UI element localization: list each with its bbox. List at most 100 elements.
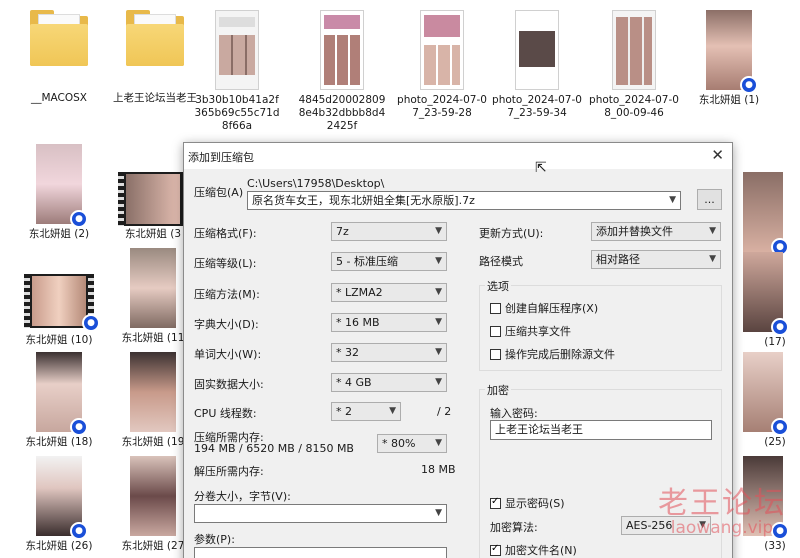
video-thumbnail: ● — [36, 352, 88, 436]
folder-macosx[interactable]: __MACOSX — [14, 10, 104, 105]
chevron-down-icon: ▼ — [709, 254, 716, 264]
file-label: photo_2024-07-07_23-59-28 — [397, 94, 487, 119]
params-label: 参数(P): — [194, 533, 235, 546]
file-label: photo_2024-07-07_23-59-34 — [492, 94, 582, 119]
player-badge-icon: ● — [70, 522, 88, 540]
file-image-5[interactable]: photo_2024-07-08_00-09-46 — [589, 10, 679, 120]
enc-method-label: 加密算法: — [490, 521, 538, 534]
archive-name-input[interactable]: 原名货车女王，现东北妍姐全集[无水原版].7z ▼ — [247, 191, 681, 210]
chevron-down-icon: ▼ — [435, 508, 442, 518]
format-select[interactable]: 7z ▼ — [331, 222, 447, 241]
image-thumbnail — [215, 10, 259, 90]
dialog-title: 添加到压缩包 — [188, 151, 254, 164]
pathmode-select[interactable]: 相对路径 ▼ — [591, 250, 721, 269]
chevron-down-icon: ▼ — [699, 520, 706, 530]
file-video-18[interactable]: ● 东北妍姐 (18) — [14, 352, 104, 449]
password-input[interactable]: 上老王论坛当老王 — [490, 420, 712, 440]
file-label: 东北妍姐 (26) — [25, 540, 93, 552]
chevron-down-icon: ▼ — [435, 347, 442, 357]
file-video-2[interactable]: ● 东北妍姐 (2) — [14, 144, 104, 241]
method-label: 压缩方法(M): — [194, 288, 260, 301]
file-label: 3b30b10b41a2f365b69c55c71d8f66a — [194, 94, 280, 132]
video-thumbnail: ● — [36, 456, 88, 540]
file-label: 东北妍姐 (18) — [25, 436, 93, 448]
word-label: 单词大小(W): — [194, 348, 262, 361]
show-password-checkbox[interactable]: 显示密码(S) — [490, 495, 565, 511]
player-badge-icon: ● — [771, 522, 789, 540]
chevron-down-icon: ▼ — [435, 438, 442, 448]
method-select[interactable]: * LZMA2 ▼ — [331, 283, 447, 302]
chevron-down-icon: ▼ — [709, 226, 716, 236]
shared-checkbox[interactable]: 压缩共享文件 — [490, 323, 571, 339]
level-select[interactable]: 5 - 标准压缩 ▼ — [331, 252, 447, 271]
file-label: (33) — [764, 540, 786, 552]
update-select[interactable]: 添加并替换文件 ▼ — [591, 222, 721, 241]
file-image-4[interactable]: photo_2024-07-07_23-59-34 — [492, 10, 582, 120]
threads-select[interactable]: * 2 ▼ — [331, 402, 401, 421]
solid-select[interactable]: * 4 GB ▼ — [331, 373, 447, 392]
params-input[interactable] — [194, 547, 447, 558]
checkbox-checked-icon — [490, 543, 501, 556]
file-image-2[interactable]: 4845d200028098e4b32dbbb8d42425f — [297, 10, 387, 133]
player-badge-icon: ● — [740, 76, 758, 94]
chevron-down-icon: ▼ — [669, 195, 676, 205]
enc-method-select[interactable]: AES-256 ▼ — [621, 516, 711, 535]
file-label: photo_2024-07-08_00-09-46 — [589, 94, 679, 119]
encryption-title: 加密 — [485, 382, 511, 398]
dict-select[interactable]: * 16 MB ▼ — [331, 313, 447, 332]
player-badge-icon: ● — [70, 418, 88, 436]
checkbox-checked-icon — [490, 496, 501, 509]
player-badge-icon: ● — [70, 210, 88, 228]
chevron-down-icon: ▼ — [435, 256, 442, 266]
image-thumbnail — [612, 10, 656, 90]
sfx-checkbox[interactable]: 创建自解压程序(X) — [490, 300, 598, 316]
video-thumbnail: ● — [743, 456, 789, 540]
word-select[interactable]: * 32 ▼ — [331, 343, 447, 362]
threads-total: / 2 — [437, 405, 452, 418]
video-thumbnail: ● — [743, 252, 789, 336]
format-label: 压缩格式(F): — [194, 227, 257, 240]
file-video-10[interactable]: ● 东北妍姐 (10) — [14, 274, 104, 347]
folder-icon — [126, 10, 184, 66]
solid-label: 固实数据大小: — [194, 378, 264, 391]
archive-label: 压缩包(A) — [194, 186, 244, 199]
file-label: 东北妍姐 (10) — [25, 334, 93, 346]
mem-percent-select[interactable]: * 80% ▼ — [377, 434, 447, 453]
dict-label: 字典大小(D): — [194, 318, 259, 331]
add-to-archive-dialog: 添加到压缩包 ✕ 压缩包(A) C:\Users\17958\Desktop\ … — [183, 142, 733, 558]
split-size-input[interactable]: ▼ — [194, 504, 447, 523]
file-image-1[interactable]: 3b30b10b41a2f365b69c55c71d8f66a — [192, 10, 282, 133]
file-image-3[interactable]: photo_2024-07-07_23-59-28 — [397, 10, 487, 120]
threads-label: CPU 线程数: — [194, 407, 257, 420]
image-thumbnail — [420, 10, 464, 90]
demem-label: 解压所需内存: — [194, 465, 264, 478]
video-thumbnail — [130, 352, 176, 432]
dialog-titlebar: 添加到压缩包 ✕ — [184, 143, 732, 169]
split-label: 分卷大小，字节(V): — [194, 490, 291, 503]
archive-path-prefix: C:\Users\17958\Desktop\ — [247, 177, 385, 190]
update-label: 更新方式(U): — [479, 227, 544, 240]
folder-laowang[interactable]: 上老王论坛当老王 — [110, 10, 200, 105]
video-thumbnail: ● — [743, 352, 789, 436]
delete-after-checkbox[interactable]: 操作完成后删除源文件 — [490, 346, 615, 362]
image-thumbnail — [515, 10, 559, 90]
checkbox-box — [490, 303, 501, 314]
player-badge-icon: ● — [771, 418, 789, 436]
file-label: 上老王论坛当老王 — [113, 92, 197, 104]
encrypt-names-checkbox[interactable]: 加密文件名(N) — [490, 542, 577, 558]
video-thumbnail: ● — [24, 274, 100, 332]
chevron-down-icon: ▼ — [435, 226, 442, 236]
file-video-26[interactable]: ● 东北妍姐 (26) — [14, 456, 104, 553]
level-label: 压缩等级(L): — [194, 257, 257, 270]
cursor-icon: ⇱ — [535, 160, 547, 176]
file-label: (17) — [764, 336, 786, 348]
file-label: 东北妍姐 (2) — [28, 228, 90, 240]
file-video-1[interactable]: ● 东北妍姐 (1) — [684, 10, 774, 107]
mem-value: 194 MB / 6520 MB / 8150 MB — [194, 442, 354, 455]
file-label: 4845d200028098e4b32dbbb8d42425f — [298, 94, 386, 132]
browse-button[interactable]: ... — [697, 189, 722, 210]
options-title: 选项 — [485, 278, 511, 294]
video-thumbnail: ● — [743, 172, 789, 256]
close-icon[interactable]: ✕ — [711, 146, 724, 164]
folder-icon — [30, 10, 88, 66]
